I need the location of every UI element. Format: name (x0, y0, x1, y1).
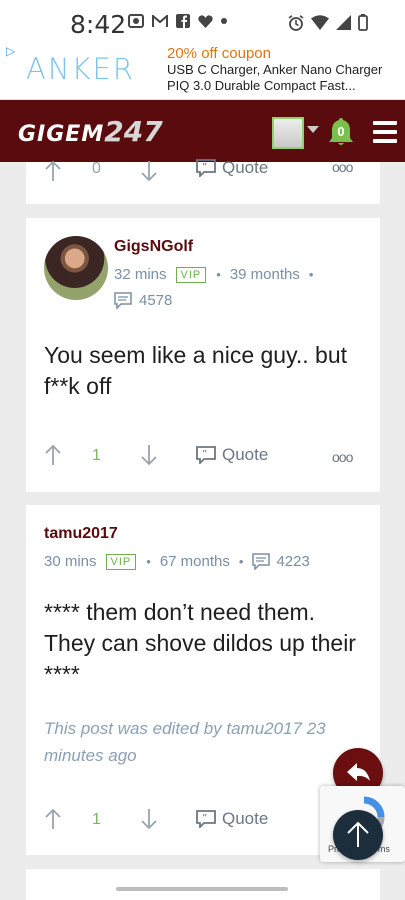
scroll-to-top-button[interactable] (333, 810, 383, 860)
vip-badge: VIP (105, 553, 137, 570)
downvote-icon[interactable] (140, 808, 158, 830)
chevron-down-icon[interactable] (307, 126, 319, 133)
notification-count: 0 (337, 124, 345, 139)
ad-coupon-text[interactable]: 20% off coupon (167, 45, 271, 62)
gmail-icon (152, 14, 168, 27)
post-meta: 32 mins VIP • 39 months • (114, 266, 314, 283)
post-time: 30 mins (44, 553, 97, 570)
post-actions: 1 ” Quote ooo (26, 442, 380, 472)
post-card-previous: 0 ” Quote ooo (26, 158, 380, 204)
wifi-icon (311, 15, 329, 30)
vip-badge: VIP (175, 266, 207, 283)
post-body: You seem like a nice guy.. but f**k off (44, 342, 348, 399)
hamburger-icon (373, 121, 397, 125)
post-count: 4578 (139, 292, 173, 309)
post-count: 4223 (276, 553, 310, 570)
upvote-icon[interactable] (44, 444, 62, 466)
post-meta: 30 mins VIP • 67 months • 4223 (44, 553, 310, 570)
dot-icon (221, 18, 227, 24)
vote-count: 1 (92, 811, 101, 828)
heart-icon (198, 14, 213, 28)
posts-icon (114, 292, 132, 309)
battery-icon (358, 14, 368, 31)
status-notification-icons (128, 14, 227, 28)
site-logo[interactable]: GIGEM247 (18, 115, 163, 148)
status-bar: 8:42 (0, 0, 405, 44)
upvote-icon[interactable] (44, 808, 62, 830)
downvote-icon[interactable] (140, 160, 158, 182)
post-card-next (26, 869, 380, 900)
post-username[interactable]: tamu2017 (44, 525, 118, 543)
post-card: GigsNGolf 32 mins VIP • 39 months • 4578… (26, 218, 380, 492)
downvote-icon[interactable] (140, 444, 158, 466)
vote-count: 1 (92, 447, 101, 464)
quote-icon: ” (196, 810, 216, 828)
ad-description[interactable]: USB C Charger, Anker Nano Charger PIQ 3.… (167, 62, 399, 94)
status-time: 8:42 (70, 10, 127, 39)
avatar[interactable] (44, 236, 108, 300)
user-avatar-button[interactable] (272, 117, 304, 149)
menu-button[interactable] (373, 121, 397, 148)
quote-icon: ” (196, 446, 216, 464)
posts-icon (252, 553, 271, 570)
site-header: GIGEM247 0 (0, 100, 405, 162)
alarm-icon (288, 14, 304, 31)
arrow-up-icon (347, 821, 369, 847)
member-tenure: 67 months (159, 553, 230, 570)
gesture-nav-handle[interactable] (116, 887, 288, 891)
quote-icon: ” (196, 159, 216, 177)
quote-label: Quote (222, 158, 269, 177)
post-body: **** them don’t need them. They can shov… (44, 599, 356, 687)
notifications-button[interactable]: 0 (328, 117, 354, 147)
ad-brand-logo[interactable]: ANKER (26, 52, 135, 86)
more-options-button[interactable]: ooo (332, 449, 353, 465)
svg-text:”: ” (202, 813, 207, 824)
quote-button[interactable]: ” Quote (196, 158, 268, 178)
adchoices-icon[interactable]: ▷ (6, 44, 15, 58)
svg-text:”: ” (202, 162, 207, 173)
facebook-icon (176, 14, 190, 28)
svg-text:”: ” (202, 449, 207, 460)
post-actions: 0 ” Quote ooo (26, 158, 380, 192)
member-tenure: 39 months (229, 266, 300, 283)
site-logo-number: 247 (104, 115, 163, 148)
signal-icon (336, 15, 351, 30)
status-system-icons (288, 14, 368, 31)
media-icon (128, 14, 144, 28)
quote-label: Quote (222, 445, 269, 464)
post-time: 32 mins (114, 266, 167, 283)
quote-button[interactable]: ” Quote (196, 445, 268, 465)
post-username[interactable]: GigsNGolf (114, 238, 193, 256)
post-count-row: 4578 (114, 292, 172, 309)
upvote-icon[interactable] (44, 160, 62, 182)
vote-count: 0 (92, 160, 101, 177)
more-options-button[interactable]: ooo (332, 159, 353, 175)
quote-button[interactable]: ” Quote (196, 809, 268, 829)
site-logo-text: GIGEM (18, 122, 105, 147)
ad-banner[interactable]: ▷ ANKER 20% off coupon USB C Charger, An… (0, 44, 405, 100)
quote-label: Quote (222, 809, 269, 828)
edited-note: This post was edited by tamu2017 23 minu… (44, 719, 326, 765)
